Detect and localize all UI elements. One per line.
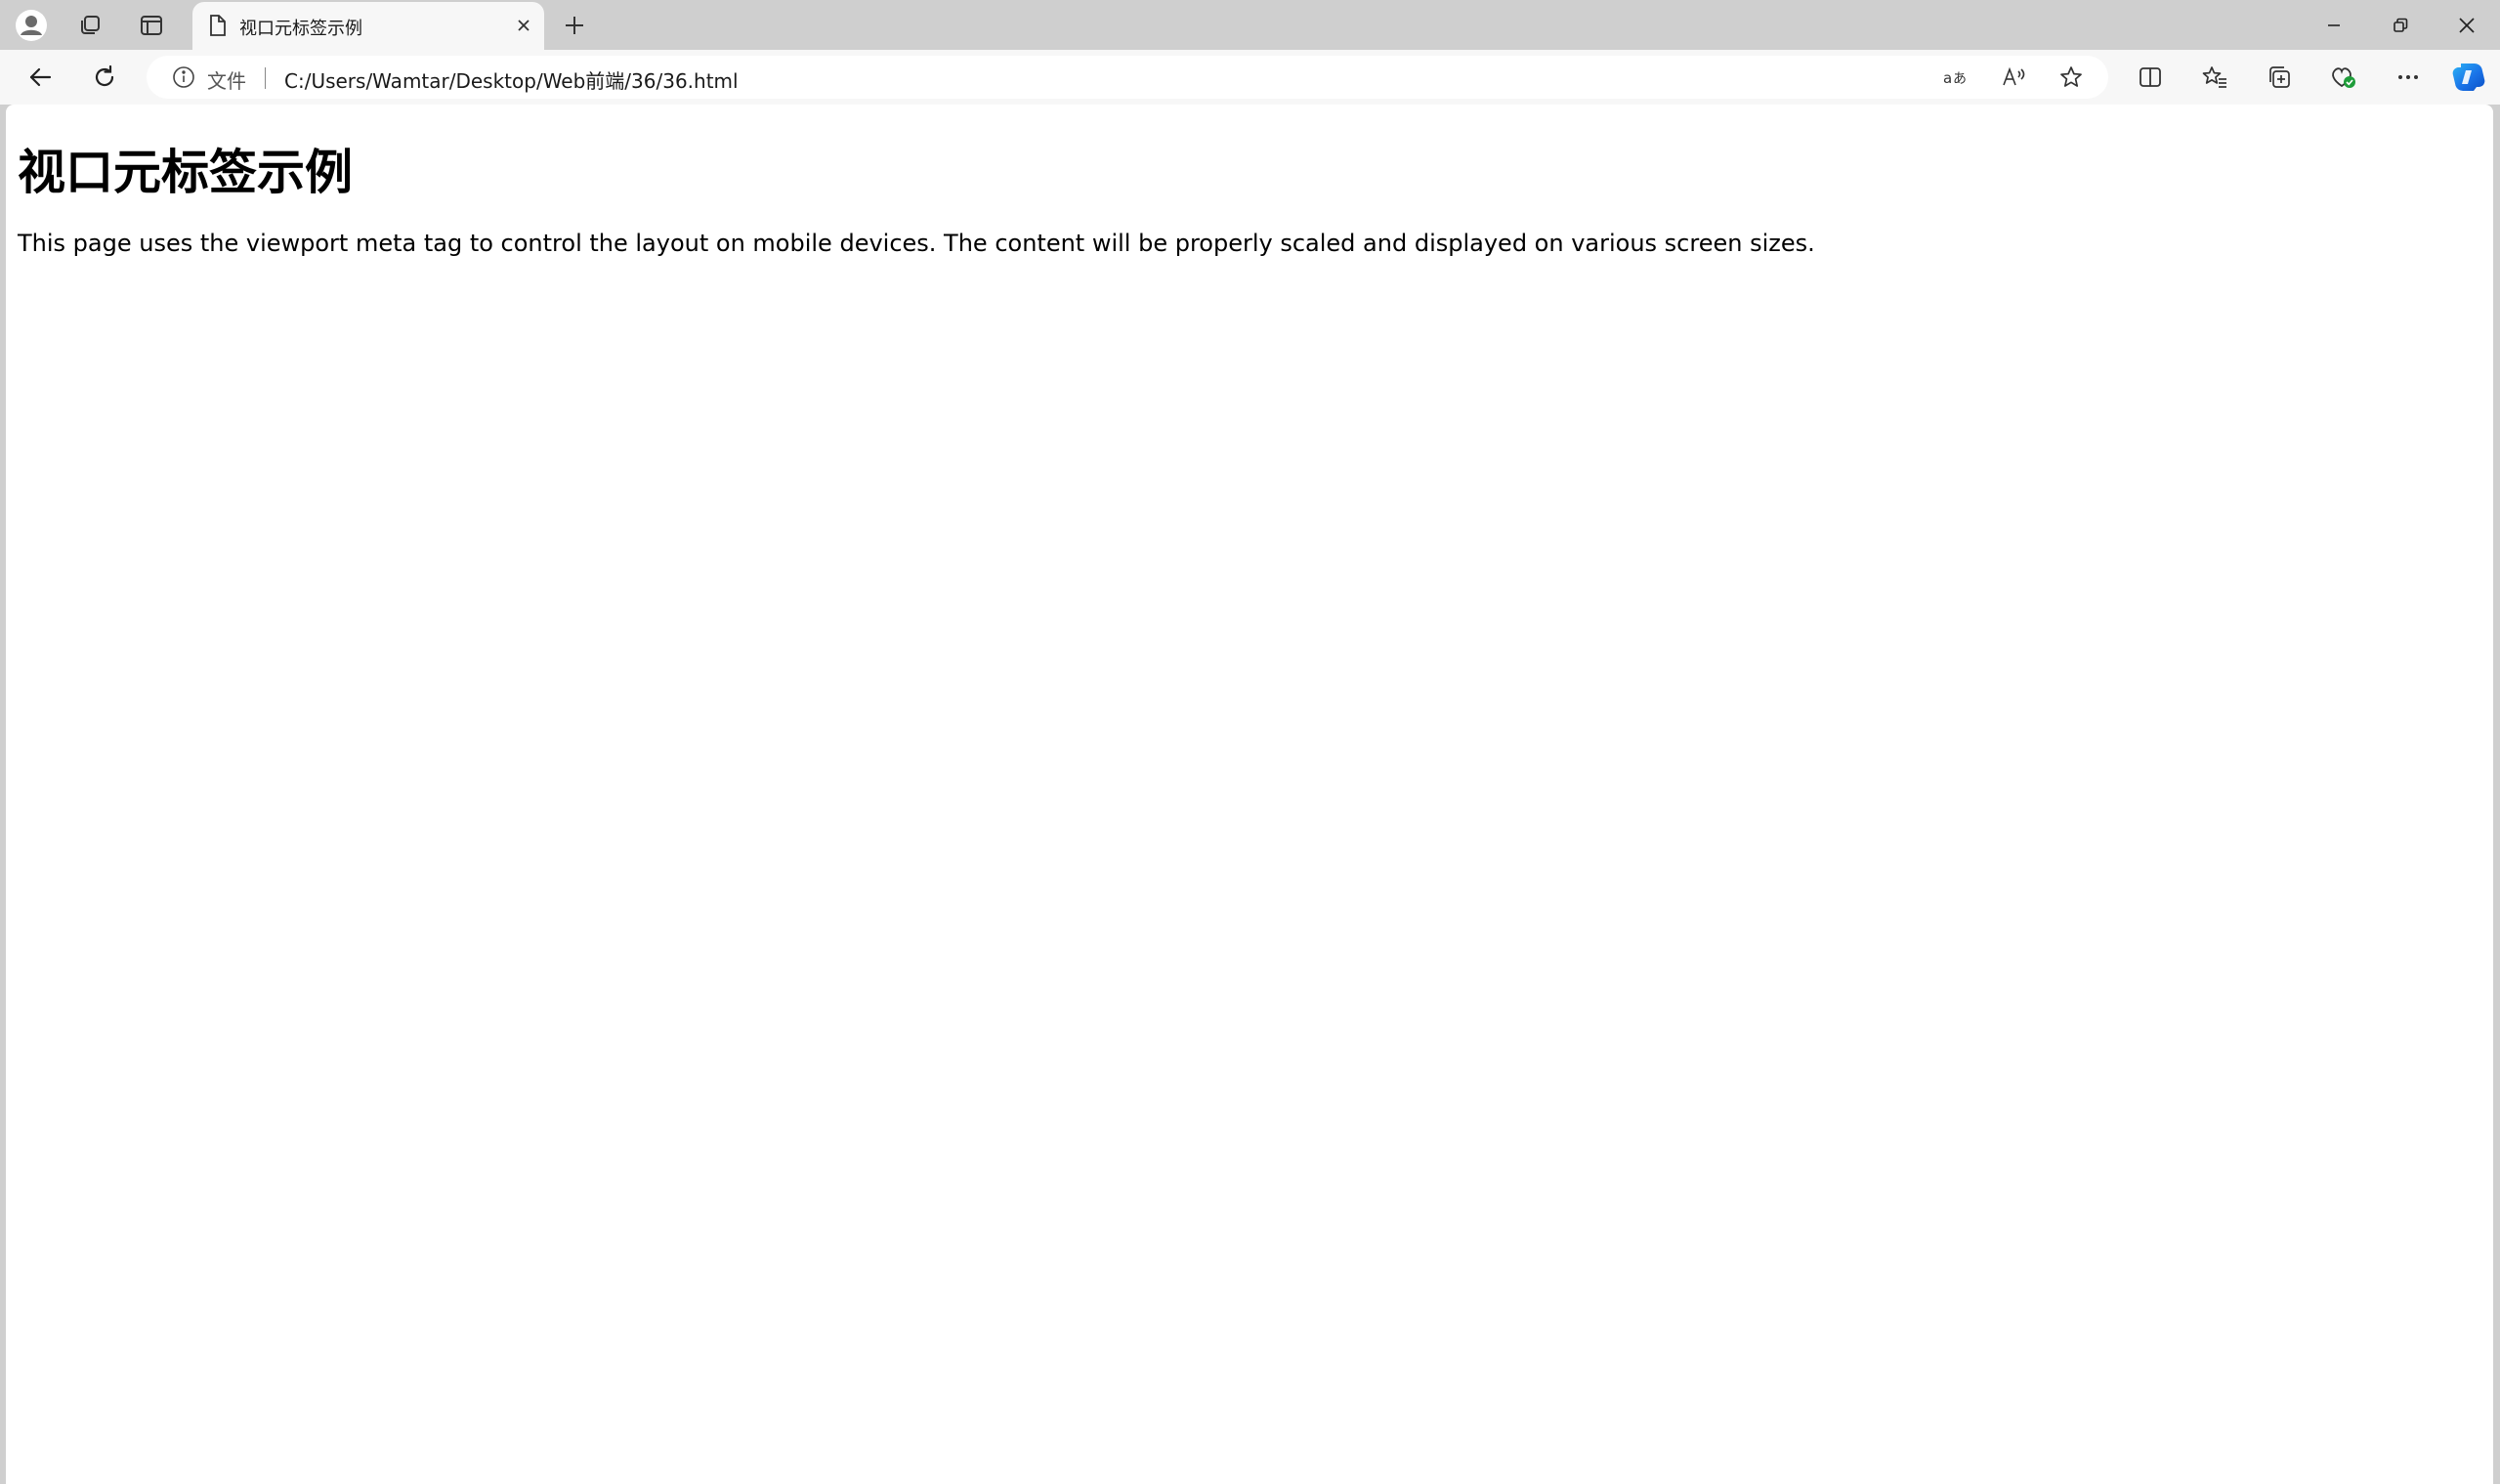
vertical-tabs-button[interactable] bbox=[128, 6, 175, 45]
page-paragraph: This page uses the viewport meta tag to … bbox=[18, 230, 1815, 257]
vertical-tabs-icon bbox=[139, 13, 164, 38]
read-aloud-button[interactable] bbox=[1995, 60, 2032, 95]
plus-icon bbox=[563, 14, 586, 37]
copilot-icon bbox=[2451, 60, 2486, 95]
restore-button[interactable] bbox=[2367, 0, 2434, 50]
tab-title: 视口元标签示例 bbox=[239, 19, 362, 39]
close-tab-button[interactable] bbox=[509, 11, 538, 40]
browser-window: 视口元标签示例 文件 C:/Users/Wamtar/Desktop/Web前端… bbox=[0, 0, 2500, 1484]
address-bar[interactable]: 文件 C:/Users/Wamtar/Desktop/Web前端/36/36.h… bbox=[147, 56, 2108, 99]
info-icon[interactable] bbox=[172, 65, 195, 89]
collections-button[interactable] bbox=[2257, 56, 2302, 99]
collections-icon bbox=[2266, 64, 2293, 91]
profile-button[interactable] bbox=[8, 6, 55, 45]
navigation-toolbar: 文件 C:/Users/Wamtar/Desktop/Web前端/36/36.h… bbox=[0, 50, 2500, 105]
profile-icon bbox=[15, 9, 48, 42]
new-tab-button[interactable] bbox=[551, 6, 598, 45]
svg-text:あ: あ bbox=[1953, 71, 1967, 87]
close-window-button[interactable] bbox=[2434, 0, 2500, 50]
svg-text:a: a bbox=[1943, 69, 1952, 87]
read-aloud-icon bbox=[2000, 65, 2027, 89]
close-icon bbox=[2457, 16, 2477, 35]
url-text[interactable]: C:/Users/Wamtar/Desktop/Web前端/36/36.html bbox=[284, 65, 739, 94]
back-button[interactable] bbox=[18, 56, 63, 99]
browser-essentials-button[interactable] bbox=[2321, 56, 2366, 99]
translate-icon: a あ bbox=[1941, 65, 1969, 89]
star-icon bbox=[2058, 64, 2084, 90]
workspaces-icon bbox=[76, 12, 104, 39]
scheme-chip[interactable]: 文件 bbox=[207, 65, 246, 94]
split-screen-button[interactable] bbox=[2128, 56, 2173, 99]
refresh-icon bbox=[91, 64, 118, 91]
refresh-button[interactable] bbox=[82, 56, 127, 99]
split-screen-icon bbox=[2138, 64, 2163, 90]
copilot-button[interactable] bbox=[2446, 56, 2491, 99]
translate-button[interactable]: a あ bbox=[1936, 60, 1973, 95]
more-button[interactable] bbox=[2386, 56, 2431, 99]
page-heading: 视口元标签示例 bbox=[18, 145, 354, 200]
document-icon bbox=[204, 13, 230, 38]
favorites-icon bbox=[2201, 64, 2228, 90]
add-favorite-button[interactable] bbox=[2053, 60, 2090, 95]
page-viewport: 视口元标签示例 This page uses the viewport meta… bbox=[6, 105, 2493, 1484]
minimize-button[interactable] bbox=[2301, 0, 2367, 50]
favorites-button[interactable] bbox=[2192, 56, 2237, 99]
minimize-icon bbox=[2325, 17, 2343, 34]
browser-essentials-icon bbox=[2329, 64, 2358, 91]
more-icon bbox=[2395, 64, 2421, 90]
tab-active[interactable]: 视口元标签示例 bbox=[192, 2, 544, 50]
address-divider bbox=[265, 67, 266, 89]
close-icon bbox=[516, 18, 531, 33]
workspaces-button[interactable] bbox=[66, 6, 113, 45]
restore-icon bbox=[2392, 17, 2409, 34]
tab-strip: 视口元标签示例 bbox=[0, 0, 2500, 50]
back-arrow-icon bbox=[26, 64, 54, 91]
